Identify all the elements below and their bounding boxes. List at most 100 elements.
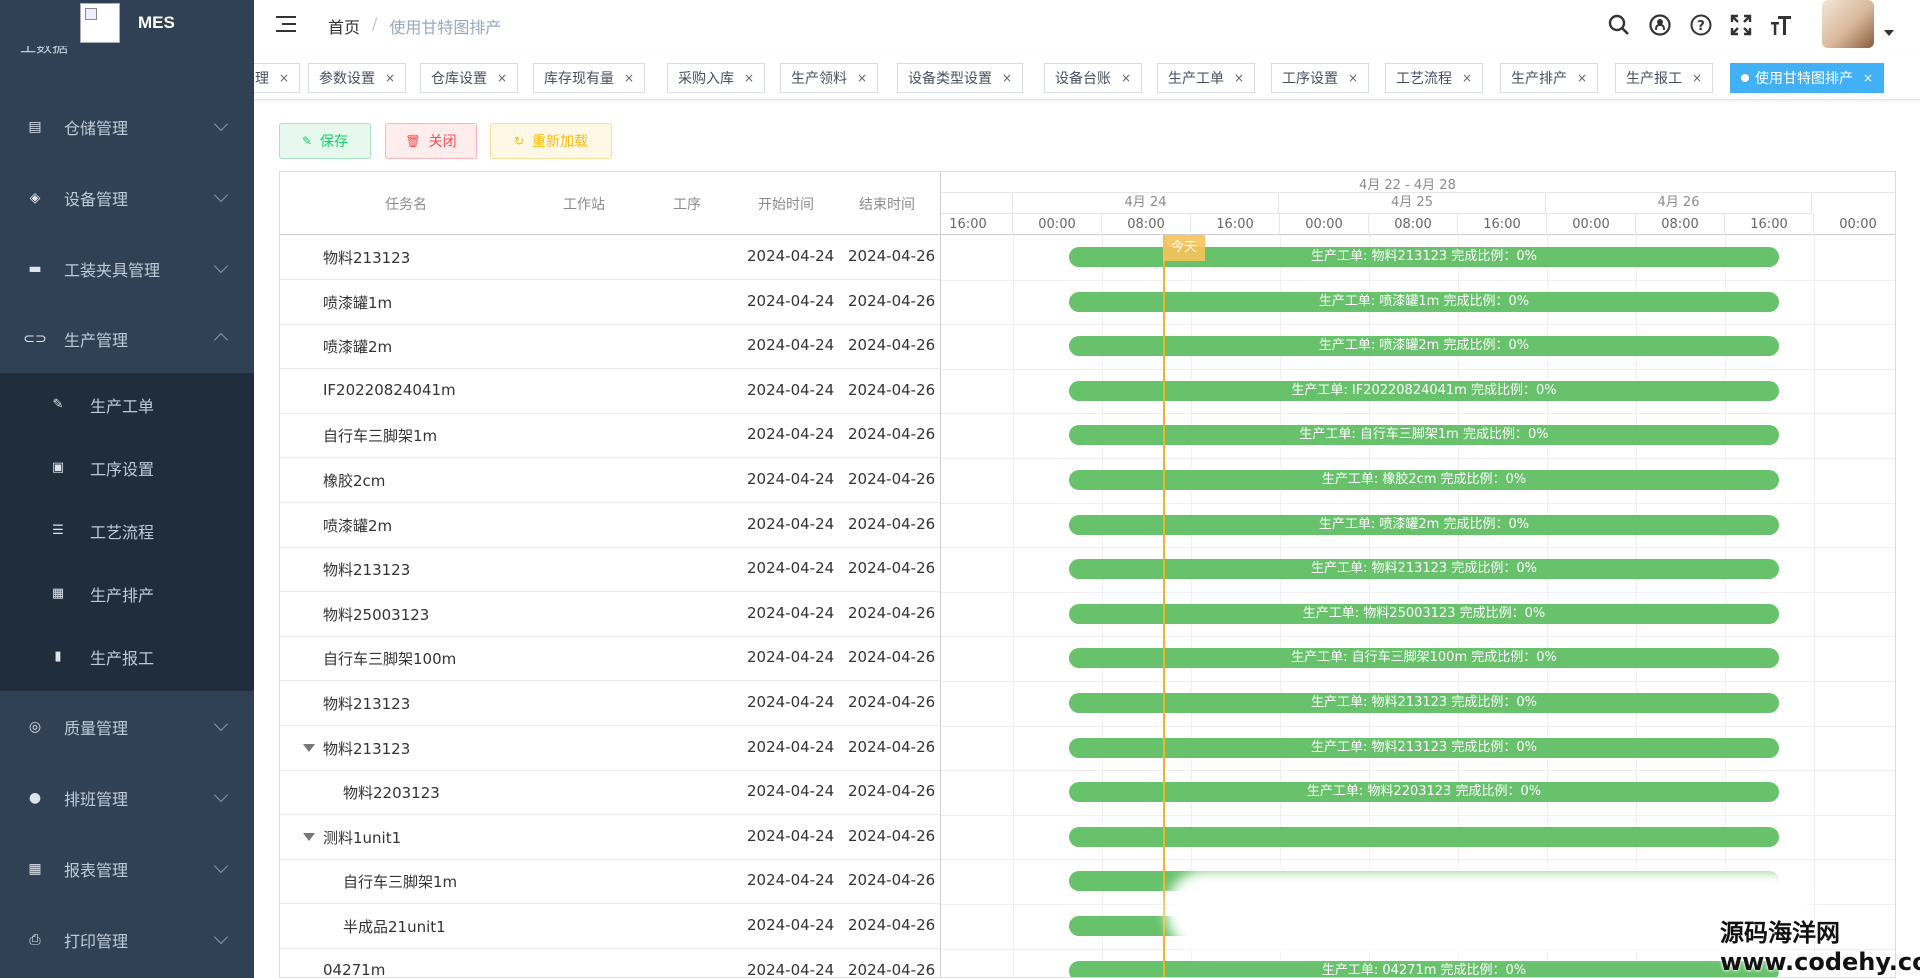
breadcrumb-home[interactable]: 首页 — [328, 14, 360, 38]
close-icon[interactable]: × — [497, 71, 507, 85]
task-bar[interactable]: 生产工单: 喷漆罐2m 完成比例：0% — [1069, 336, 1779, 357]
tag-parameter-settings[interactable]: 参数设置 × — [308, 63, 407, 93]
avatar[interactable] — [1822, 0, 1874, 48]
task-bar[interactable]: 生产工单: 喷漆罐2m 完成比例：0% — [1069, 514, 1779, 535]
table-row[interactable]: 物料213123 2024-04-24 2024-04-26 — [280, 681, 941, 726]
close-icon[interactable]: × — [1462, 71, 1472, 85]
table-row[interactable]: 喷漆罐2m 2024-04-24 2024-04-26 — [280, 324, 941, 370]
table-row[interactable]: 自行车三脚架100m 2024-04-24 2024-04-26 — [280, 636, 941, 682]
close-icon[interactable]: × — [1002, 71, 1012, 85]
sidebar-subitem-scheduling[interactable]: ▦ 生产排产 — [0, 562, 254, 625]
tag-warehouse-settings[interactable]: 仓库设置 × — [420, 63, 519, 93]
column-header-task[interactable]: 任务名 — [385, 194, 427, 214]
sidebar-item-production[interactable]: ⊂⊃ 生产管理 — [0, 303, 254, 374]
table-row[interactable]: 物料2203123 2024-04-24 2024-04-26 — [280, 770, 941, 816]
table-row[interactable]: 橡胶2cm 2024-04-24 2024-04-26 — [280, 458, 941, 503]
reload-button[interactable]: ↻ 重新加载 — [490, 123, 612, 159]
task-bar[interactable]: 生产工单: 自行车三脚架100m 完成比例：0% — [1069, 648, 1779, 669]
table-row[interactable]: 半成品21unit1 2024-04-24 2024-04-26 — [280, 904, 941, 949]
tag-partial[interactable]: 理 × — [254, 63, 301, 93]
table-row[interactable]: 自行车三脚架1m 2024-04-24 2024-04-26 — [280, 859, 941, 905]
column-header-start[interactable]: 开始时间 — [758, 194, 814, 214]
task-bar[interactable]: 生产工单: 橡胶2cm 完成比例：0% — [1069, 470, 1779, 490]
task-bar[interactable]: 生产工单: IF20220824041m 完成比例：0% — [1069, 380, 1779, 401]
sidebar-subitem-process-flow[interactable]: ☰ 工艺流程 — [0, 499, 254, 562]
tag-equipment-ledger[interactable]: 设备台账 × — [1044, 63, 1143, 93]
table-row[interactable]: 自行车三脚架1m 2024-04-24 2024-04-26 — [280, 413, 941, 459]
expand-caret-icon[interactable] — [303, 743, 315, 752]
task-bar[interactable]: 生产工单: 04271m 完成比例：0% — [1069, 960, 1779, 977]
question-icon[interactable]: ? — [1688, 12, 1714, 38]
task-bar[interactable]: 生产工单: 物料213123 完成比例：0% — [1069, 737, 1779, 758]
table-row[interactable]: IF20220824041m 2024-04-24 2024-04-26 — [280, 368, 941, 414]
close-icon[interactable]: × — [1348, 71, 1358, 85]
task-name: 自行车三脚架1m — [343, 873, 458, 892]
sidebar-item-warehouse[interactable]: ▤ 仓储管理 — [0, 91, 254, 162]
table-row[interactable]: 物料213123 2024-04-24 2024-04-26 — [280, 235, 941, 280]
tag-work-order[interactable]: 生产工单 × — [1157, 63, 1256, 93]
logo-area[interactable]: MES — [0, 0, 254, 46]
sidebar-item-shifts[interactable]: ● 排班管理 — [0, 762, 254, 833]
save-button[interactable]: ✎ 保存 — [279, 123, 371, 159]
task-bar[interactable]: 生产工单: 物料213123 完成比例：0% — [1069, 693, 1779, 713]
sidebar-item-printing[interactable]: ⎙ 打印管理 — [0, 904, 254, 975]
search-icon[interactable] — [1606, 12, 1632, 38]
sidebar-item-partial[interactable]: 工数据 — [20, 44, 68, 66]
table-row[interactable]: 喷漆罐1m 2024-04-24 2024-04-26 — [280, 279, 941, 325]
table-row[interactable]: 物料213123 2024-04-24 2024-04-26 — [280, 547, 941, 593]
column-header-process[interactable]: 工序 — [673, 194, 701, 214]
table-row[interactable]: 物料213123 2024-04-24 2024-04-26 — [280, 725, 941, 771]
sidebar-subitem-reporting[interactable]: ▮ 生产报工 — [0, 625, 254, 688]
table-row[interactable]: 04271m 2024-04-24 2024-04-26 — [280, 948, 941, 977]
sidebar-subitem-process-settings[interactable]: ▣ 工序设置 — [0, 436, 254, 499]
close-icon[interactable]: × — [385, 71, 395, 85]
task-bar[interactable]: 生产工单: 物料213123 完成比例：0% — [1069, 559, 1779, 580]
table-row[interactable]: 喷漆罐2m 2024-04-24 2024-04-26 — [280, 502, 941, 548]
close-icon[interactable]: × — [744, 71, 754, 85]
chevron-down-icon — [213, 187, 229, 203]
sidebar-item-quality[interactable]: ◎ 质量管理 — [0, 691, 254, 762]
close-icon[interactable]: × — [624, 71, 634, 85]
fullscreen-icon[interactable] — [1728, 12, 1754, 38]
sidebar-item-equipment[interactable]: ◈ 设备管理 — [0, 162, 254, 233]
table-row[interactable]: 物料25003123 2024-04-24 2024-04-26 — [280, 591, 941, 637]
tag-gantt-scheduling[interactable]: 使用甘特图排产 × — [1730, 63, 1885, 93]
tag-process-settings[interactable]: 工序设置 × — [1271, 63, 1370, 93]
tag-purchase-inbound[interactable]: 采购入库 × — [667, 63, 766, 93]
watermark-line: www.codehy.com — [1720, 948, 1920, 976]
column-header-workstation[interactable]: 工作站 — [563, 194, 605, 214]
timeline-scale: 4月 22 - 4月 28 4月 24 4月 25 4月 26 16:00 00:… — [941, 172, 1895, 235]
close-icon[interactable]: × — [1234, 71, 1244, 85]
tag-material-issue[interactable]: 生产领料 × — [780, 63, 879, 93]
tag-scheduling[interactable]: 生产排产 × — [1500, 63, 1599, 93]
hamburger-icon[interactable] — [276, 14, 298, 34]
scale-hour-cell: 00:00 — [1547, 214, 1636, 235]
close-icon[interactable]: × — [279, 71, 289, 85]
close-button[interactable]: 🗑 关闭 — [385, 123, 477, 159]
close-icon[interactable]: × — [857, 71, 867, 85]
breadcrumb-current: 使用甘特图排产 — [389, 18, 502, 37]
sidebar-item-fixtures[interactable]: ▬ 工装夹具管理 — [0, 233, 254, 304]
table-row[interactable]: 测料1unit1 2024-04-24 2024-04-26 — [280, 814, 941, 860]
caret-down-icon[interactable] — [1884, 30, 1894, 36]
row-gridline — [941, 324, 1895, 326]
task-bar[interactable]: 生产工单: 喷漆罐1m 完成比例：0% — [1069, 291, 1779, 312]
close-icon[interactable]: × — [1863, 71, 1873, 85]
sidebar-item-reports[interactable]: ▦ 报表管理 — [0, 833, 254, 904]
column-header-end[interactable]: 结束时间 — [859, 194, 915, 214]
font-size-icon[interactable] — [1768, 12, 1794, 38]
close-icon[interactable]: × — [1121, 71, 1131, 85]
tag-inventory[interactable]: 库存现有量 × — [533, 63, 646, 93]
expand-caret-icon[interactable] — [303, 832, 315, 841]
close-icon[interactable]: × — [1577, 71, 1587, 85]
task-bar[interactable]: 生产工单: 物料2203123 完成比例：0% — [1069, 782, 1779, 803]
task-bar[interactable]: 生产工单: 自行车三脚架1m 完成比例：0% — [1069, 425, 1779, 446]
tag-reporting[interactable]: 生产报工 × — [1615, 63, 1714, 93]
task-bar[interactable] — [1069, 826, 1779, 847]
tag-process-flow[interactable]: 工艺流程 × — [1385, 63, 1484, 93]
sidebar-subitem-work-order[interactable]: ✎ 生产工单 — [0, 373, 254, 436]
close-icon[interactable]: × — [1692, 71, 1702, 85]
tag-equipment-type[interactable]: 设备类型设置 × — [897, 63, 1024, 93]
github-icon[interactable] — [1647, 12, 1673, 38]
task-bar[interactable]: 生产工单: 物料25003123 完成比例：0% — [1069, 603, 1779, 624]
